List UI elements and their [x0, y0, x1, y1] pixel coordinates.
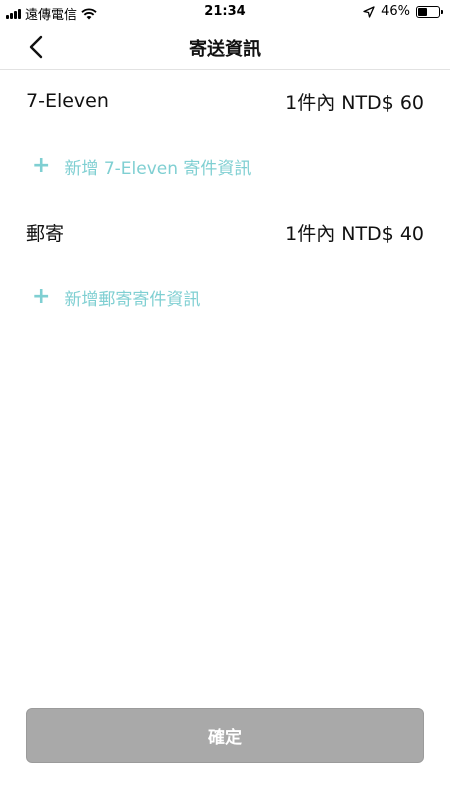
add-post-info-label: 新增郵寄寄件資訊	[64, 289, 201, 310]
battery-icon	[416, 5, 443, 18]
shipping-option-price: 1件內 NTD$ 60	[285, 91, 424, 114]
plus-icon: +	[32, 284, 51, 309]
battery-cap	[441, 9, 443, 14]
add-7eleven-info-label: 新增 7-Eleven 寄件資訊	[64, 158, 252, 179]
confirm-button[interactable]: 確定	[26, 708, 424, 763]
add-7eleven-info-button[interactable]: + 新增 7-Eleven 寄件資訊	[32, 152, 251, 180]
battery-fill	[418, 7, 427, 16]
status-right: 46%	[363, 4, 443, 19]
shipping-option-name: 郵寄	[26, 222, 65, 245]
confirm-button-label: 確定	[208, 728, 242, 748]
plus-icon: +	[32, 153, 51, 178]
shipping-info-screen: 遠傳電信 21:34 46% 寄送資訊 7-Eleven 1件內 NTD$ 60…	[0, 0, 450, 800]
nav-bar: 寄送資訊	[0, 24, 450, 70]
status-bar: 遠傳電信 21:34 46%	[0, 0, 450, 24]
shipping-option-price: 1件內 NTD$ 40	[285, 222, 424, 245]
add-post-info-button[interactable]: + 新增郵寄寄件資訊	[32, 283, 200, 311]
location-arrow-icon	[363, 5, 375, 18]
battery-percent: 46%	[381, 4, 410, 19]
shipping-option-name: 7-Eleven	[26, 90, 109, 112]
page-title: 寄送資訊	[189, 39, 261, 60]
shipping-option-post: 郵寄 1件內 NTD$ 40	[26, 217, 424, 247]
shipping-option-7eleven: 7-Eleven 1件內 NTD$ 60	[26, 86, 424, 116]
